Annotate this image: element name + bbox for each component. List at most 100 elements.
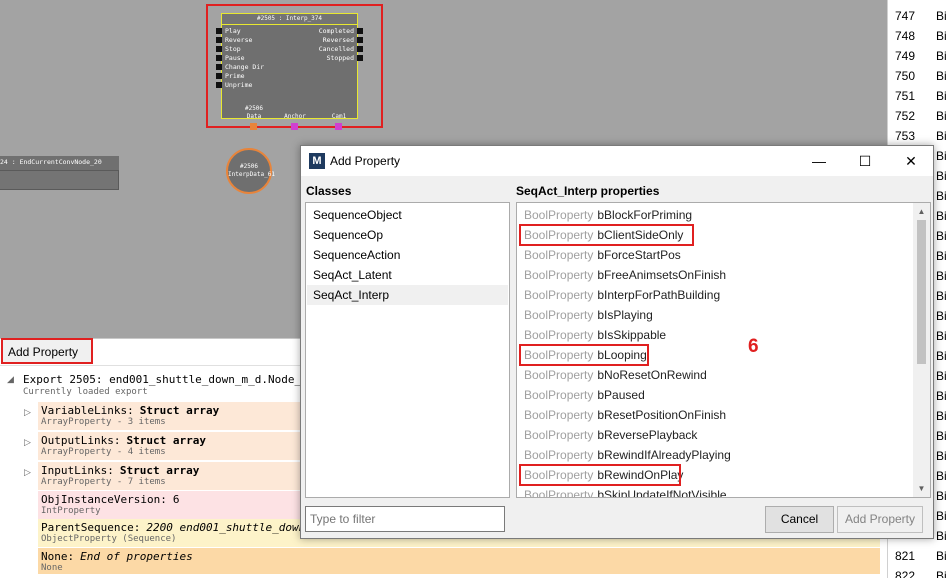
close-button[interactable]: ✕ [888,146,934,176]
expand-icon[interactable]: ▷ [24,467,31,478]
interp-node[interactable]: #2505 : Interp_374 Play Reverse Stop Pause C… [216,13,363,130]
class-item[interactable]: SeqAct_Latent [307,265,508,285]
variable-link-connector-icon[interactable] [291,123,298,130]
variable-link-connector-icon[interactable] [335,123,342,130]
input-link[interactable]: Prime [216,72,245,81]
property-item[interactable]: BoolProperty bClientSideOnly [518,225,911,245]
scroll-up-icon[interactable]: ▲ [913,203,930,220]
property-name: bLooping [597,348,647,362]
property-name: VariableLinks: [41,404,134,417]
export-name: Bio [936,169,947,183]
property-item[interactable]: BoolProperty bReversePlayback [518,425,911,445]
class-item[interactable]: SeqAct_Interp [307,285,508,305]
export-list-row[interactable]: 747 Bio [888,6,947,26]
property-item[interactable]: BoolProperty bBlockForPriming [518,205,911,225]
add-property-toolbar-button[interactable]: Add Property [1,338,93,364]
filter-input[interactable] [305,506,505,532]
export-name: Bio [936,329,947,343]
minimize-button[interactable]: — [796,146,842,176]
export-name: Bio [936,209,947,223]
property-type: BoolProperty [524,208,594,222]
input-link[interactable]: Reverse [216,36,252,45]
export-index: 822 [895,569,916,578]
end-current-conv-node[interactable]: 24 : EndCurrentConvNode_20 [0,156,119,192]
input-link-connector-icon[interactable] [216,28,222,34]
interp-data-id: #2506 [239,163,259,170]
property-item[interactable]: BoolProperty bInterpForPathBuilding [518,285,911,305]
add-property-button[interactable]: Add Property [837,506,923,533]
input-link-connector-icon[interactable] [216,64,222,70]
output-link-connector-icon[interactable] [357,46,363,52]
class-item[interactable]: SequenceAction [307,245,508,265]
output-link[interactable]: Stopped [327,54,363,63]
export-name: Bio [936,569,947,578]
expand-icon[interactable]: ▷ [24,407,31,418]
export-name: Bio [936,509,947,523]
input-link-connector-icon[interactable] [216,46,222,52]
input-link-label: Pause [225,54,245,62]
export-index: 752 [895,109,916,123]
scrollbar-thumb[interactable] [917,220,926,364]
dialog-titlebar[interactable]: M Add Property — ☐ ✕ [301,146,933,176]
export-list-row[interactable]: 753 Bio [888,126,947,146]
property-item[interactable]: BoolProperty bIsPlaying [518,305,911,325]
input-link-connector-icon[interactable] [216,73,222,79]
collapse-icon[interactable]: ◢ [7,374,14,385]
input-link-connector-icon[interactable] [216,55,222,61]
property-name: bReversePlayback [597,428,698,442]
property-item[interactable]: BoolProperty bLooping [518,345,911,365]
input-link[interactable]: Stop [216,45,241,54]
maximize-button[interactable]: ☐ [842,146,888,176]
property-name: ObjInstanceVersion: [41,493,167,506]
output-link[interactable]: Completed [319,27,363,36]
output-link[interactable]: Reversed [323,36,363,45]
export-list-row[interactable]: 822 Bio [888,566,947,578]
property-value: Struct array [119,464,200,477]
output-link-connector-icon[interactable] [357,37,363,43]
input-link-connector-icon[interactable] [216,37,222,43]
input-link[interactable]: Change Dir [216,63,264,72]
class-item[interactable]: SequenceObject [307,205,508,225]
property-name: bIsPlaying [597,308,653,322]
property-item[interactable]: BoolProperty bResetPositionOnFinish [518,405,911,425]
export-list-row[interactable]: 749 Bio [888,46,947,66]
properties-list[interactable]: BoolProperty bBlockForPriming BoolProperty… [516,202,931,498]
output-link[interactable]: Cancelled [319,45,363,54]
classes-list[interactable]: SequenceObject SequenceOp SequenceAction Se… [305,202,510,498]
property-type: BoolProperty [524,428,594,442]
interp-data-node[interactable]: #2506 InterpData_61 [226,148,275,194]
input-link-connector-icon[interactable] [216,82,222,88]
export-list-row[interactable]: 750 Bio [888,66,947,86]
input-link[interactable]: Unprime [216,81,252,90]
property-item[interactable]: BoolProperty bRewindIfAlreadyPlaying [518,445,911,465]
interp-node-selection-highlight: #2505 : Interp_374 Play Reverse Stop Pause C… [206,4,383,130]
expand-icon[interactable]: ▷ [24,437,31,448]
scroll-down-icon[interactable]: ▼ [913,480,930,497]
output-link-connector-icon[interactable] [357,28,363,34]
export-name: Bio [936,489,947,503]
cancel-button[interactable]: Cancel [765,506,834,533]
left-node-body [0,170,119,190]
property-item[interactable]: BoolProperty bForceStartPos [518,245,911,265]
export-list-row[interactable]: 751 Bio [888,86,947,106]
property-name: bClientSideOnly [597,228,684,242]
variable-link-connector-icon[interactable] [250,123,257,130]
input-link[interactable]: Pause [216,54,245,63]
property-item[interactable]: BoolProperty bNoResetOnRewind [518,365,911,385]
property-row[interactable]: None: End of properties None [38,548,880,574]
property-item[interactable]: BoolProperty bSkipUpdateIfNotVisible [518,485,911,497]
export-list-row[interactable]: 748 Bio [888,26,947,46]
property-item[interactable]: BoolProperty bRewindOnPlay [518,465,911,485]
output-link-connector-icon[interactable] [357,55,363,61]
export-list-row[interactable]: 752 Bio [888,106,947,126]
properties-scrollbar[interactable]: ▲ ▼ [913,203,930,497]
class-item[interactable]: SequenceOp [307,225,508,245]
input-link[interactable]: Play [216,27,241,36]
export-index: 747 [895,9,916,23]
export-index: 753 [895,129,916,143]
property-item[interactable]: BoolProperty bPaused [518,385,911,405]
export-list-row[interactable]: 821 Bio [888,546,947,566]
property-item[interactable]: BoolProperty bFreeAnimsetsOnFinish [518,265,911,285]
variable-link-label: Cam1 [331,113,347,120]
property-item[interactable]: BoolProperty bIsSkippable [518,325,911,345]
